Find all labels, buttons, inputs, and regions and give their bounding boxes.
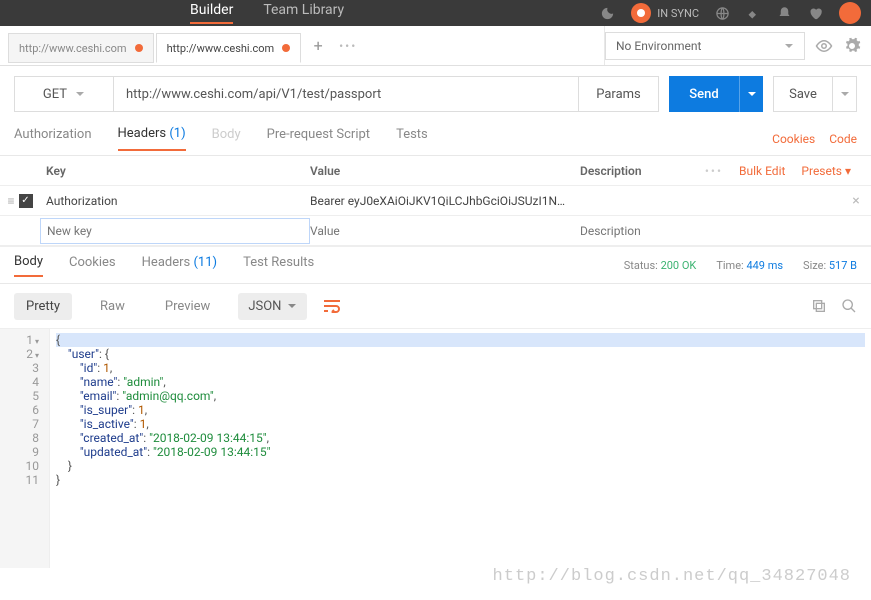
new-description-input[interactable]: [580, 224, 841, 238]
chevron-down-icon: [747, 89, 757, 99]
environment-panel: No Environment: [604, 26, 871, 65]
wrap-lines-icon[interactable]: [323, 299, 341, 313]
eye-icon[interactable]: [815, 37, 833, 55]
format-select[interactable]: JSON: [238, 293, 307, 320]
request-tab-bar: http://www.ceshi.com http://www.ceshi.co…: [0, 26, 871, 66]
heart-icon[interactable]: [808, 6, 823, 21]
json-source[interactable]: { "user": { "id": 1, "name": "admin", "e…: [50, 329, 871, 568]
method-select[interactable]: GET: [14, 76, 114, 112]
save-dropdown[interactable]: [833, 76, 857, 112]
new-key-input[interactable]: [47, 224, 303, 238]
status-value: 200 OK: [661, 259, 697, 272]
copy-icon[interactable]: [811, 298, 827, 314]
chevron-down-icon: [287, 301, 297, 311]
topbar-right: IN SYNC: [600, 2, 861, 24]
bell-icon[interactable]: [777, 6, 792, 21]
header-key[interactable]: Authorization: [40, 194, 310, 208]
header-row[interactable]: ≡ ✓ Authorization Bearer eyJ0eXAiOiJKV1Q…: [0, 186, 871, 216]
response-body: 1 2 3 4 5 6 7 8 9 10 11 { "user": { "id"…: [0, 328, 871, 568]
send-dropdown[interactable]: [739, 76, 763, 112]
response-tab-body[interactable]: Body: [14, 254, 43, 277]
request-tabs: http://www.ceshi.com http://www.ceshi.co…: [0, 26, 363, 65]
response-tab-headers[interactable]: Headers (11): [142, 255, 217, 276]
code-link[interactable]: Code: [829, 132, 857, 146]
headers-table: Key Value Description ••• Bulk Edit Pres…: [0, 156, 871, 246]
watermark: http://blog.csdn.net/qq_34827048: [493, 567, 851, 586]
raw-button[interactable]: Raw: [88, 293, 137, 320]
save-button[interactable]: Save: [773, 76, 833, 112]
response-tab-cookies[interactable]: Cookies: [69, 255, 116, 276]
header-value[interactable]: Bearer eyJ0eXAiOiJKV1QiLCJhbGciOiJSUzI1N…: [310, 194, 580, 208]
environment-select[interactable]: No Environment: [605, 32, 805, 60]
request-tab-1[interactable]: http://www.ceshi.com: [156, 33, 302, 63]
delete-header-button[interactable]: ×: [841, 193, 871, 209]
tab-team-library[interactable]: Team Library: [263, 2, 344, 24]
tab-overflow-button[interactable]: •••: [333, 39, 363, 53]
topbar: Builder Team Library IN SYNC: [0, 0, 871, 26]
request-right-links: Cookies Code: [772, 132, 857, 146]
moon-icon[interactable]: [600, 6, 615, 21]
tab-headers[interactable]: Headers (1): [118, 126, 186, 151]
time-value: 449 ms: [746, 259, 783, 272]
request-subtabs: Authorization Headers (1) Body Pre-reque…: [0, 122, 871, 156]
tab-headers-label: Headers: [118, 126, 167, 141]
size-value: 517 B: [829, 259, 857, 272]
col-key: Key: [40, 164, 310, 178]
pretty-button[interactable]: Pretty: [14, 293, 72, 320]
cookies-link[interactable]: Cookies: [772, 132, 815, 146]
header-options-button[interactable]: •••: [705, 164, 723, 178]
unsaved-dot-icon: [135, 44, 143, 52]
chevron-down-icon: [75, 89, 85, 99]
sync-icon: [631, 3, 651, 23]
tab-body[interactable]: Body: [212, 127, 241, 150]
bulk-edit-link[interactable]: Bulk Edit: [739, 164, 785, 178]
tab-builder[interactable]: Builder: [190, 2, 233, 24]
globe-icon[interactable]: [715, 6, 730, 21]
url-input[interactable]: [114, 76, 579, 112]
tab-authorization[interactable]: Authorization: [14, 127, 92, 150]
drag-handle-icon[interactable]: ≡: [7, 194, 14, 208]
headers-table-head: Key Value Description ••• Bulk Edit Pres…: [0, 156, 871, 186]
add-tab-button[interactable]: +: [303, 36, 333, 55]
satellite-icon[interactable]: [746, 6, 761, 21]
presets-dropdown[interactable]: Presets ▾: [801, 164, 851, 178]
request-tab-label: http://www.ceshi.com: [19, 42, 127, 55]
response-meta: Status: 200 OK Time: 449 ms Size: 517 B: [624, 259, 857, 272]
response-toolbar: Pretty Raw Preview JSON: [0, 284, 871, 328]
headers-count: (1): [169, 126, 185, 141]
request-tab-0[interactable]: http://www.ceshi.com: [8, 33, 154, 63]
sync-label: IN SYNC: [657, 7, 699, 20]
method-label: GET: [43, 87, 67, 102]
request-line: GET Params Send Save: [0, 66, 871, 122]
col-value: Value: [310, 164, 580, 178]
search-icon[interactable]: [841, 298, 857, 314]
col-description: Description: [580, 164, 701, 178]
tab-tests[interactable]: Tests: [396, 127, 428, 150]
response-tabs: Body Cookies Headers (11) Test Results S…: [0, 246, 871, 284]
params-button[interactable]: Params: [579, 76, 659, 112]
response-tab-tests[interactable]: Test Results: [243, 255, 314, 276]
gear-icon[interactable]: [843, 37, 861, 55]
sync-status: IN SYNC: [631, 3, 699, 23]
chevron-down-icon: [784, 41, 794, 51]
preview-button[interactable]: Preview: [153, 293, 222, 320]
environment-label: No Environment: [616, 39, 701, 53]
request-tab-label: http://www.ceshi.com: [167, 42, 275, 55]
send-button[interactable]: Send: [669, 76, 739, 112]
chevron-down-icon: [840, 89, 850, 99]
unsaved-dot-icon: [282, 44, 290, 52]
tab-prerequest[interactable]: Pre-request Script: [267, 127, 370, 150]
line-numbers: 1 2 3 4 5 6 7 8 9 10 11: [0, 329, 50, 568]
header-row-new[interactable]: [0, 216, 871, 246]
workspace-tabs: Builder Team Library: [190, 2, 344, 24]
new-value-input[interactable]: [310, 224, 580, 238]
avatar[interactable]: [839, 2, 861, 24]
header-checkbox[interactable]: ✓: [19, 194, 33, 208]
